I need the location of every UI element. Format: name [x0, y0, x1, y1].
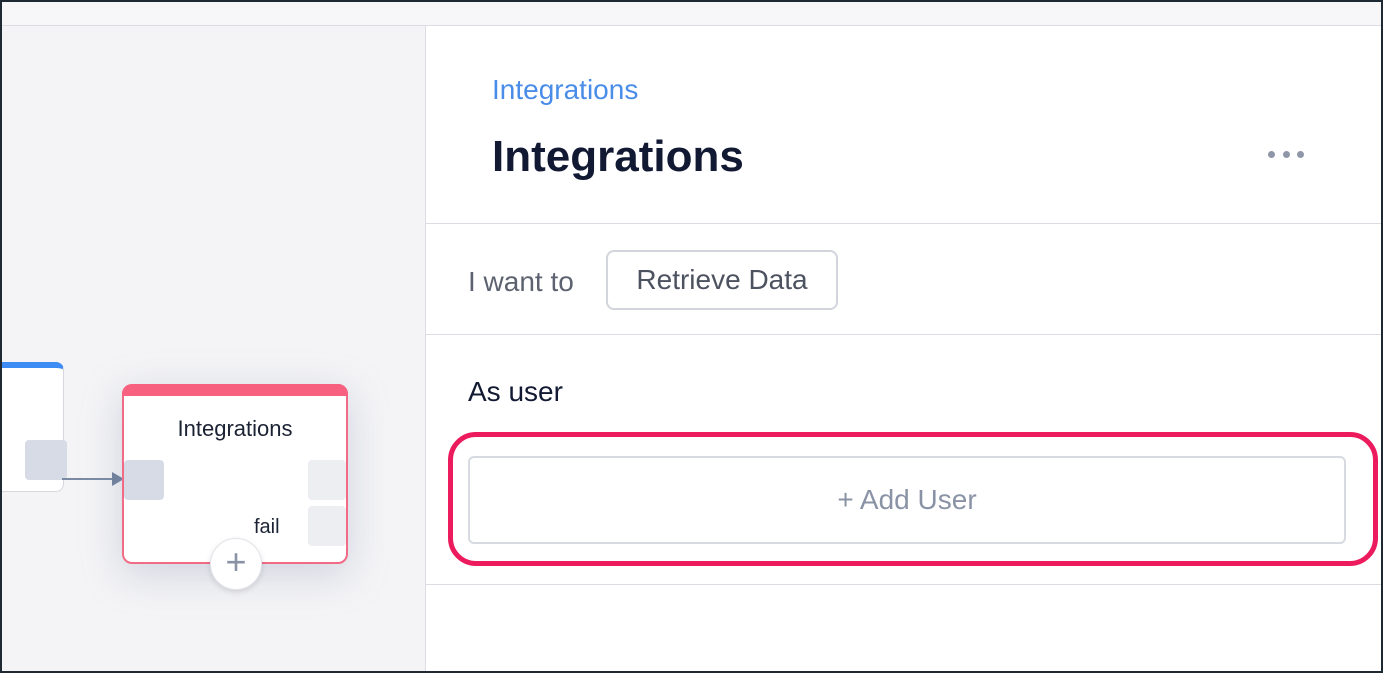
fail-port[interactable] — [308, 506, 346, 546]
integrations-node[interactable]: Integrations fail + — [122, 384, 348, 590]
connector-line — [62, 478, 118, 480]
as-user-label: As user — [468, 376, 563, 407]
flow-canvas[interactable]: Integrations fail + — [2, 26, 425, 671]
breadcrumb[interactable]: Integrations — [492, 74, 638, 106]
node-header — [122, 384, 348, 396]
divider — [426, 334, 1381, 335]
node-title: Integrations — [177, 416, 293, 441]
add-user-button[interactable]: + Add User — [468, 456, 1346, 544]
divider — [426, 584, 1381, 585]
app-window: Integrations fail + Integrations Integra… — [0, 0, 1383, 673]
intent-selector-button[interactable]: Retrieve Data — [606, 250, 838, 310]
plus-icon: + — [225, 541, 247, 582]
intent-label: I want to — [468, 266, 574, 297]
add-node-button[interactable]: + — [210, 538, 262, 590]
output-port[interactable] — [25, 440, 67, 480]
fail-label: fail — [254, 516, 280, 538]
more-horizontal-icon[interactable] — [1268, 144, 1304, 164]
top-toolbar — [2, 2, 1381, 26]
divider — [426, 223, 1381, 224]
page-title: Integrations — [492, 132, 744, 181]
previous-node[interactable] — [2, 362, 67, 492]
input-port[interactable] — [124, 460, 164, 500]
success-port[interactable] — [308, 460, 346, 500]
properties-panel: Integrations Integrations I want to Retr… — [425, 26, 1381, 671]
